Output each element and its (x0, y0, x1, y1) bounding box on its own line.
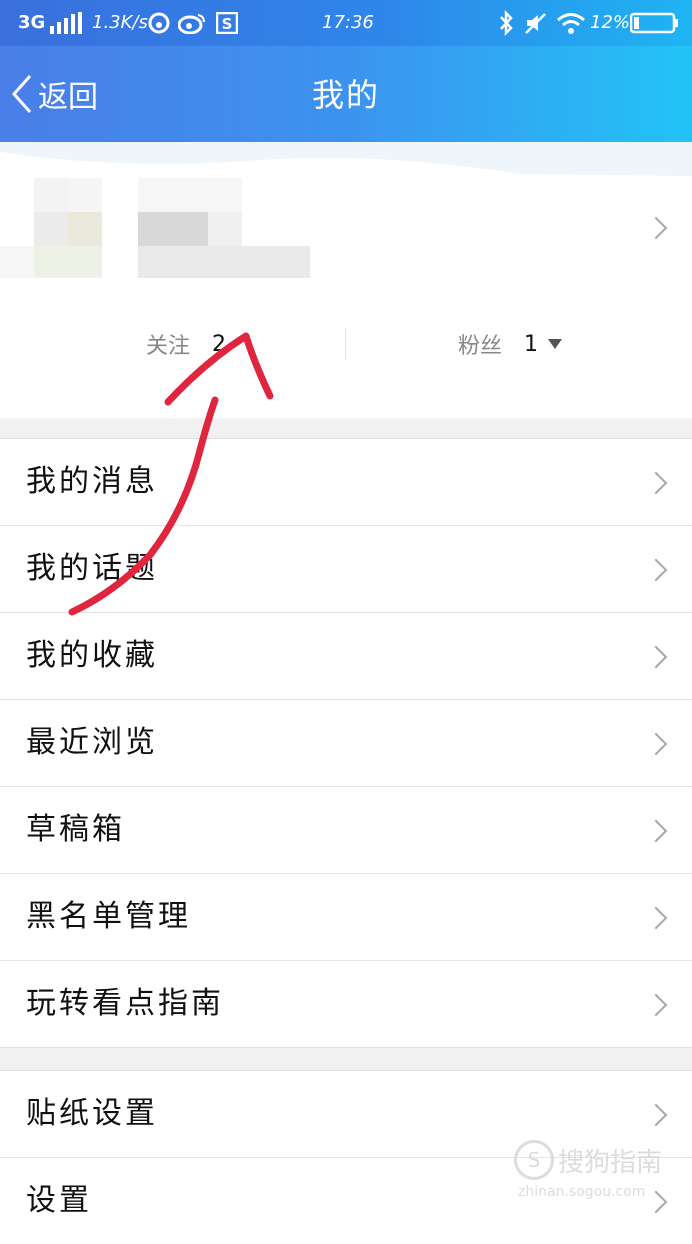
menu-item-my-messages[interactable]: 我的消息 (0, 439, 692, 526)
network-type: 3G (18, 12, 46, 33)
chevron-right-icon (644, 993, 668, 1017)
menu-item-label: 草稿箱 (26, 812, 125, 847)
clock: 17:36 (322, 12, 374, 33)
chevron-right-icon (644, 906, 668, 930)
menu-item-label: 我的收藏 (26, 638, 158, 673)
profile-card: 关注 2 粉丝 1 (0, 142, 692, 418)
chevron-right-icon (644, 645, 668, 669)
avatar (0, 178, 104, 278)
followers-count: 1 (524, 331, 539, 357)
menu-group-main: 我的消息 我的话题 我的收藏 最近浏览 草稿箱 黑名单管理 玩转看点指南 (0, 438, 692, 1048)
weibo-icon (178, 14, 205, 34)
menu-item-label: 我的话题 (26, 551, 158, 586)
stats-divider (345, 328, 346, 360)
svg-text:S: S (222, 15, 233, 33)
following-label: 关注 (146, 334, 191, 359)
chevron-right-icon (644, 1103, 668, 1127)
battery-icon (630, 12, 678, 34)
caret-down-icon (548, 339, 563, 349)
network-speed: 1.3K/s (92, 12, 148, 33)
mute-icon (525, 13, 546, 34)
menu-item-my-favorites[interactable]: 我的收藏 (0, 613, 692, 700)
menu-item-label: 贴纸设置 (26, 1096, 158, 1131)
menu-item-label: 最近浏览 (26, 725, 158, 760)
menu-item-recent-browsing[interactable]: 最近浏览 (0, 700, 692, 787)
sogou-logo-icon: S (514, 1140, 554, 1180)
watermark-text: 搜狗指南 (558, 1148, 663, 1178)
menu-item-label: 玩转看点指南 (26, 986, 224, 1021)
menu-item-my-topics[interactable]: 我的话题 (0, 526, 692, 613)
battery-level: 12% (590, 12, 631, 33)
watermark-url: zhinan.sogou.com (518, 1184, 646, 1200)
chevron-right-icon (644, 1190, 668, 1214)
followers-label: 粉丝 (458, 334, 503, 359)
header-swoosh (0, 142, 692, 176)
wifi-icon (557, 13, 585, 34)
netease-icon (148, 12, 170, 34)
following-stat[interactable]: 关注 2 (146, 314, 226, 374)
nav-bar: 返回 我的 (0, 46, 692, 142)
menu-item-label: 设置 (26, 1183, 92, 1218)
menu-item-blacklist[interactable]: 黑名单管理 (0, 874, 692, 961)
menu-item-label: 我的消息 (26, 464, 158, 499)
page-title: 我的 (311, 76, 380, 114)
profile-header[interactable] (0, 172, 692, 282)
chevron-right-icon (644, 216, 668, 240)
followers-stat[interactable]: 粉丝 1 (458, 314, 563, 374)
username-blurred (138, 178, 318, 278)
menu-item-label: 黑名单管理 (26, 899, 191, 934)
chevron-right-icon (644, 558, 668, 582)
status-bar: 3G 1.3K/s S 17:36 12% (0, 0, 692, 46)
menu-item-guide[interactable]: 玩转看点指南 (0, 961, 692, 1047)
s-app-icon: S (216, 12, 238, 34)
bluetooth-icon (500, 10, 513, 36)
chevron-right-icon (644, 819, 668, 843)
profile-stats: 关注 2 粉丝 1 (0, 314, 692, 374)
signal-icon (50, 12, 82, 34)
menu-item-drafts[interactable]: 草稿箱 (0, 787, 692, 874)
chevron-right-icon (644, 471, 668, 495)
chevron-right-icon (644, 732, 668, 756)
following-count: 2 (212, 331, 227, 357)
